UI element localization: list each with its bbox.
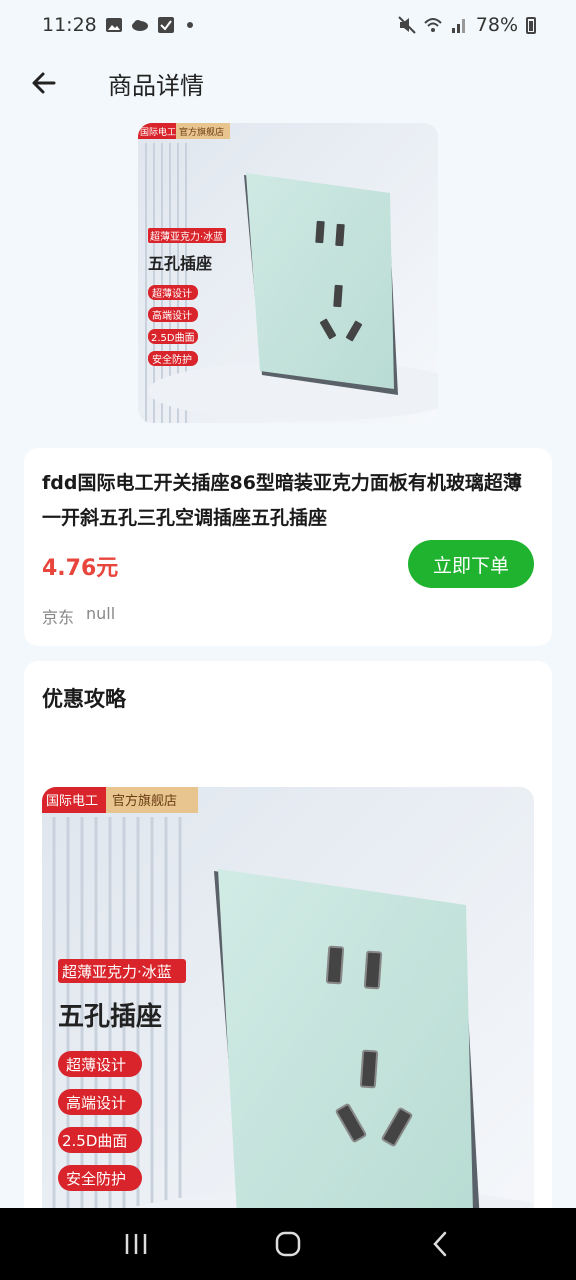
signal-icon bbox=[451, 19, 465, 33]
brand-tag: 国际电工 bbox=[140, 126, 176, 138]
product-title: fdd国际电工开关插座86型暗装亚克力面板有机玻璃超薄一开斜五孔三孔空调插座五孔… bbox=[42, 472, 522, 529]
product-meta: 京东 null bbox=[42, 604, 115, 628]
gallery-icon bbox=[105, 18, 122, 32]
product-image[interactable]: 国际电工 官方旗舰店 超薄亚克力·冰蓝 五孔插座 超薄设计 高端设计 2.5D曲… bbox=[138, 123, 438, 423]
status-left: 11:28 bbox=[42, 14, 193, 36]
feature-4: 安全防护 bbox=[152, 353, 192, 366]
status-right: 78% bbox=[398, 14, 536, 36]
promo-feature-1: 超薄设计 bbox=[66, 1056, 126, 1074]
promo-image[interactable]: 国际电工 官方旗舰店 超薄亚克力·冰蓝 五孔插座 超薄设计 高端设计 2.5D曲… bbox=[42, 787, 534, 1267]
buy-now-button[interactable]: 立即下单 bbox=[408, 540, 534, 588]
product-image-name: 五孔插座 bbox=[148, 254, 212, 273]
store-tag: 官方旗舰店 bbox=[179, 126, 224, 138]
cloud-icon bbox=[131, 20, 148, 31]
check-box-icon bbox=[157, 17, 174, 33]
shop-label: null bbox=[86, 604, 116, 623]
home-icon bbox=[275, 1231, 301, 1257]
promo-product-name: 五孔插座 bbox=[58, 1001, 162, 1032]
system-nav-bar bbox=[0, 1208, 576, 1280]
platform-label: 京东 bbox=[42, 608, 75, 627]
recent-apps-icon bbox=[125, 1234, 147, 1254]
battery-icon bbox=[526, 16, 536, 34]
status-time: 11:28 bbox=[42, 14, 97, 36]
dot-icon bbox=[186, 22, 193, 28]
product-info-card: fdd国际电工开关插座86型暗装亚克力面板有机玻璃超薄一开斜五孔三孔空调插座五孔… bbox=[24, 448, 552, 646]
feature-3: 2.5D曲面 bbox=[151, 332, 195, 344]
promo-title: 优惠攻略 bbox=[42, 687, 126, 711]
app-bar: 商品详情 bbox=[0, 55, 576, 111]
color-label: 超薄亚克力·冰蓝 bbox=[150, 230, 223, 243]
home-button[interactable] bbox=[258, 1214, 318, 1274]
promo-card: 优惠攻略 国际电工 官方旗舰店 超薄亚克力·冰蓝 五孔插座 超薄设计 高端设计 … bbox=[24, 661, 552, 1267]
feature-2: 高端设计 bbox=[152, 309, 192, 322]
nav-back-button[interactable] bbox=[410, 1214, 470, 1274]
back-icon bbox=[433, 1231, 447, 1257]
promo-brand-tag: 国际电工 bbox=[46, 794, 98, 809]
arrow-left-icon bbox=[32, 72, 56, 94]
promo-feature-3: 2.5D曲面 bbox=[62, 1132, 127, 1150]
status-bar: 11:28 78% bbox=[0, 0, 576, 50]
battery-percent: 78% bbox=[475, 14, 518, 36]
promo-color-label: 超薄亚克力·冰蓝 bbox=[62, 963, 172, 981]
product-price: 4.76元 bbox=[42, 556, 119, 581]
promo-feature-4: 安全防护 bbox=[66, 1170, 126, 1188]
promo-feature-2: 高端设计 bbox=[66, 1094, 126, 1112]
mute-icon bbox=[398, 16, 416, 34]
feature-1: 超薄设计 bbox=[152, 287, 192, 300]
back-button[interactable] bbox=[22, 61, 66, 105]
page-title: 商品详情 bbox=[108, 71, 204, 100]
wifi-icon bbox=[424, 18, 442, 32]
recent-apps-button[interactable] bbox=[106, 1214, 166, 1274]
promo-store-tag: 官方旗舰店 bbox=[112, 793, 177, 809]
